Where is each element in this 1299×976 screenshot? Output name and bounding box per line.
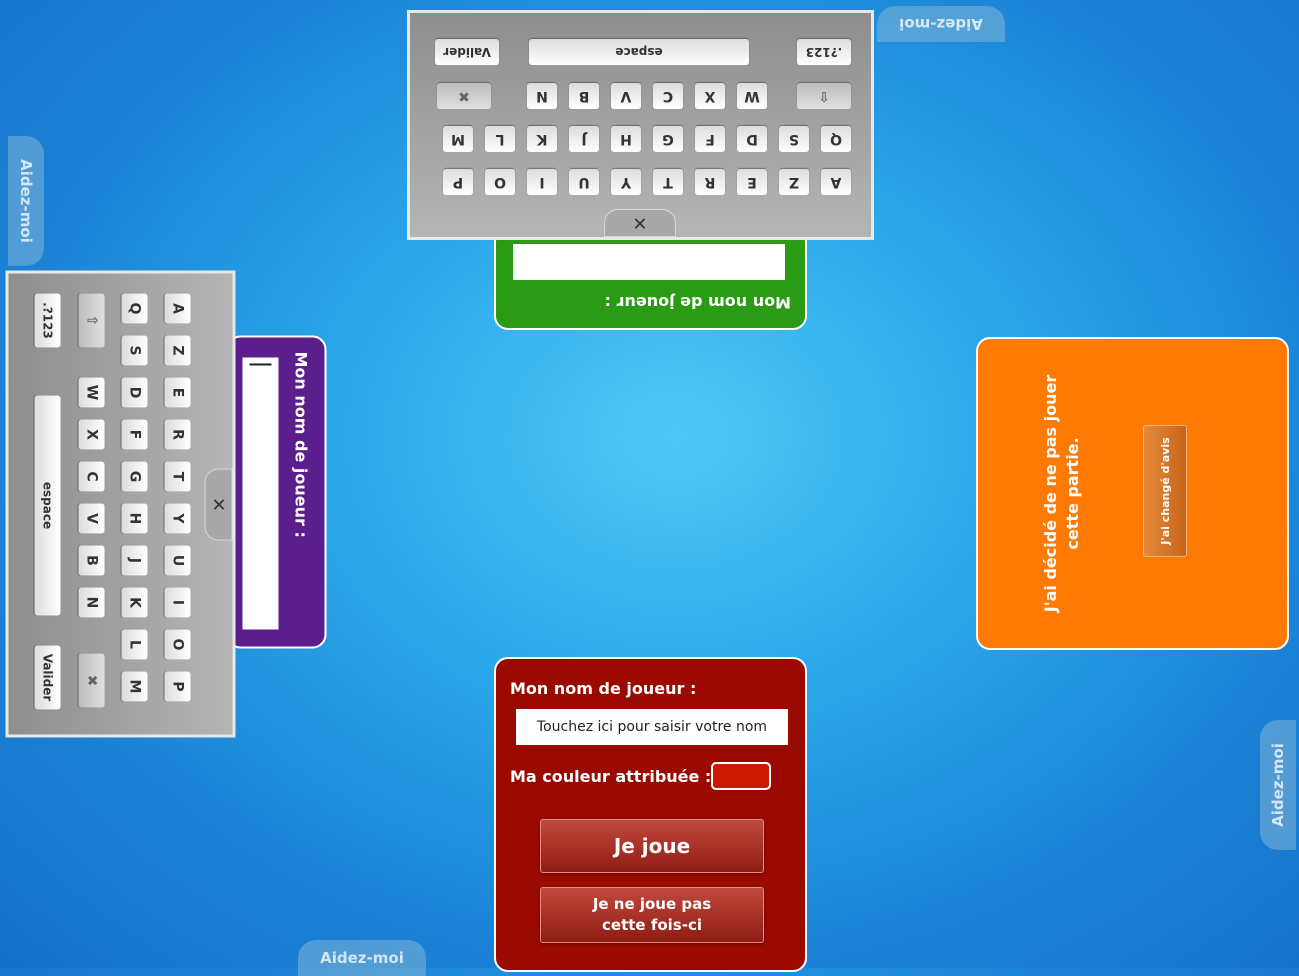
- key-e[interactable]: E: [737, 169, 767, 195]
- skip-turn-button[interactable]: Je ne joue pas cette fois-ci: [540, 887, 764, 943]
- key-k[interactable]: K: [121, 587, 148, 618]
- help-tab-bottom[interactable]: Aidez-moi: [298, 940, 426, 976]
- player-name-label: Mon nom de joueur :: [291, 351, 311, 538]
- keyboard-close-button[interactable]: ✕: [604, 209, 676, 237]
- key-s[interactable]: S: [779, 126, 809, 152]
- assigned-color-label: Ma couleur attribuée :: [510, 767, 712, 786]
- player-name-label: Mon nom de joueur :: [604, 293, 791, 312]
- play-button[interactable]: Je joue: [540, 819, 764, 873]
- key-g[interactable]: G: [653, 126, 683, 152]
- help-tab-label: Aidez-moi: [1269, 743, 1288, 827]
- close-icon: ✕: [208, 496, 229, 513]
- validate-key[interactable]: Valider: [435, 39, 499, 65]
- key-t[interactable]: T: [653, 169, 683, 195]
- numbers-key[interactable]: .?123: [34, 293, 61, 348]
- key-x[interactable]: X: [695, 83, 725, 109]
- key-d[interactable]: D: [737, 126, 767, 152]
- key-g[interactable]: G: [121, 461, 148, 492]
- player-name-input[interactable]: Touchez ici pour saisir votre nom: [516, 709, 788, 745]
- help-tab-right[interactable]: Aidez-moi: [1260, 720, 1296, 850]
- key-l[interactable]: L: [485, 126, 515, 152]
- key-q[interactable]: Q: [821, 126, 851, 152]
- key-k[interactable]: K: [527, 126, 557, 152]
- declined-line2: cette partie.: [1063, 437, 1082, 550]
- help-tab-top[interactable]: Aidez-moi: [877, 6, 1005, 42]
- key-o[interactable]: O: [485, 169, 515, 195]
- key-t[interactable]: T: [164, 461, 191, 492]
- key-a[interactable]: A: [164, 293, 191, 324]
- key-l[interactable]: L: [121, 629, 148, 660]
- close-icon: ✕: [632, 212, 648, 234]
- backspace-key[interactable]: ✖: [78, 653, 105, 708]
- key-a[interactable]: A: [821, 169, 851, 195]
- space-key[interactable]: espace: [529, 39, 749, 65]
- key-o[interactable]: O: [164, 629, 191, 660]
- virtual-keyboard-top: ✕ A Z E R T Y U I O P Q S D F G H J K L M ⇧ W X C V B N ✖ .?123 espac…: [407, 10, 874, 240]
- skip-turn-label-line2: cette fois-ci: [602, 916, 702, 934]
- key-c[interactable]: C: [78, 461, 105, 492]
- text-cursor: [249, 363, 272, 366]
- key-y[interactable]: Y: [611, 169, 641, 195]
- declined-message: J'ai décidé de ne pas jouer cette partie…: [1040, 339, 1084, 648]
- keyboard-close-button[interactable]: ✕: [204, 468, 233, 541]
- key-z[interactable]: Z: [779, 169, 809, 195]
- key-w[interactable]: W: [737, 83, 767, 109]
- player-panel-bottom: Mon nom de joueur : Touchez ici pour sai…: [494, 657, 807, 972]
- key-q[interactable]: Q: [121, 293, 148, 324]
- key-b[interactable]: B: [569, 83, 599, 109]
- key-f[interactable]: F: [695, 126, 725, 152]
- key-r[interactable]: R: [164, 419, 191, 450]
- shift-key[interactable]: ⇧: [78, 293, 105, 348]
- help-tab-label: Aidez-moi: [899, 15, 983, 33]
- player-name-input[interactable]: [513, 244, 785, 280]
- changed-mind-label: J'ai changé d'avis: [1158, 437, 1172, 545]
- key-h[interactable]: H: [121, 503, 148, 534]
- key-p[interactable]: P: [443, 169, 473, 195]
- virtual-keyboard-left: ✕ A Z E R T Y U I O P Q S D F G H J K L M ⇧ W X C V B N ✖ .?123 espac…: [5, 270, 236, 738]
- backspace-key[interactable]: ✖: [437, 83, 491, 109]
- help-tab-label: Aidez-moi: [320, 949, 404, 967]
- key-i[interactable]: I: [164, 587, 191, 618]
- key-i[interactable]: I: [527, 169, 557, 195]
- key-v[interactable]: V: [611, 83, 641, 109]
- key-x[interactable]: X: [78, 419, 105, 450]
- player-panel-left: Mon nom de joueur :: [226, 335, 327, 649]
- space-key[interactable]: espace: [34, 395, 61, 616]
- key-n[interactable]: N: [78, 587, 105, 618]
- key-n[interactable]: N: [527, 83, 557, 109]
- key-u[interactable]: U: [569, 169, 599, 195]
- key-e[interactable]: E: [164, 377, 191, 408]
- help-tab-label: Aidez-moi: [17, 159, 36, 243]
- player-name-label: Mon nom de joueur :: [510, 679, 697, 698]
- key-c[interactable]: C: [653, 83, 683, 109]
- validate-key[interactable]: Valider: [34, 645, 61, 710]
- key-r[interactable]: R: [695, 169, 725, 195]
- player-panel-top: Mon nom de joueur :: [494, 228, 807, 330]
- changed-mind-button[interactable]: J'ai changé d'avis: [1143, 425, 1187, 557]
- key-f[interactable]: F: [121, 419, 148, 450]
- key-b[interactable]: B: [78, 545, 105, 576]
- help-tab-left[interactable]: Aidez-moi: [8, 136, 44, 266]
- declined-line1: J'ai décidé de ne pas jouer: [1041, 374, 1060, 613]
- key-h[interactable]: H: [611, 126, 641, 152]
- key-y[interactable]: Y: [164, 503, 191, 534]
- assigned-color-swatch: [711, 762, 771, 790]
- key-z[interactable]: Z: [164, 335, 191, 366]
- key-m[interactable]: M: [443, 126, 473, 152]
- key-j[interactable]: J: [121, 545, 148, 576]
- player-name-input[interactable]: [242, 357, 279, 630]
- play-button-label: Je joue: [613, 834, 691, 858]
- shift-key[interactable]: ⇧: [797, 83, 851, 109]
- key-s[interactable]: S: [121, 335, 148, 366]
- skip-turn-label-line1: Je ne joue pas: [592, 895, 712, 913]
- key-p[interactable]: P: [164, 671, 191, 702]
- key-d[interactable]: D: [121, 377, 148, 408]
- key-m[interactable]: M: [121, 671, 148, 702]
- key-j[interactable]: J: [569, 126, 599, 152]
- key-u[interactable]: U: [164, 545, 191, 576]
- key-w[interactable]: W: [78, 377, 105, 408]
- numbers-key[interactable]: .?123: [797, 39, 851, 65]
- key-v[interactable]: V: [78, 503, 105, 534]
- player-panel-right: J'ai décidé de ne pas jouer cette partie…: [976, 337, 1289, 650]
